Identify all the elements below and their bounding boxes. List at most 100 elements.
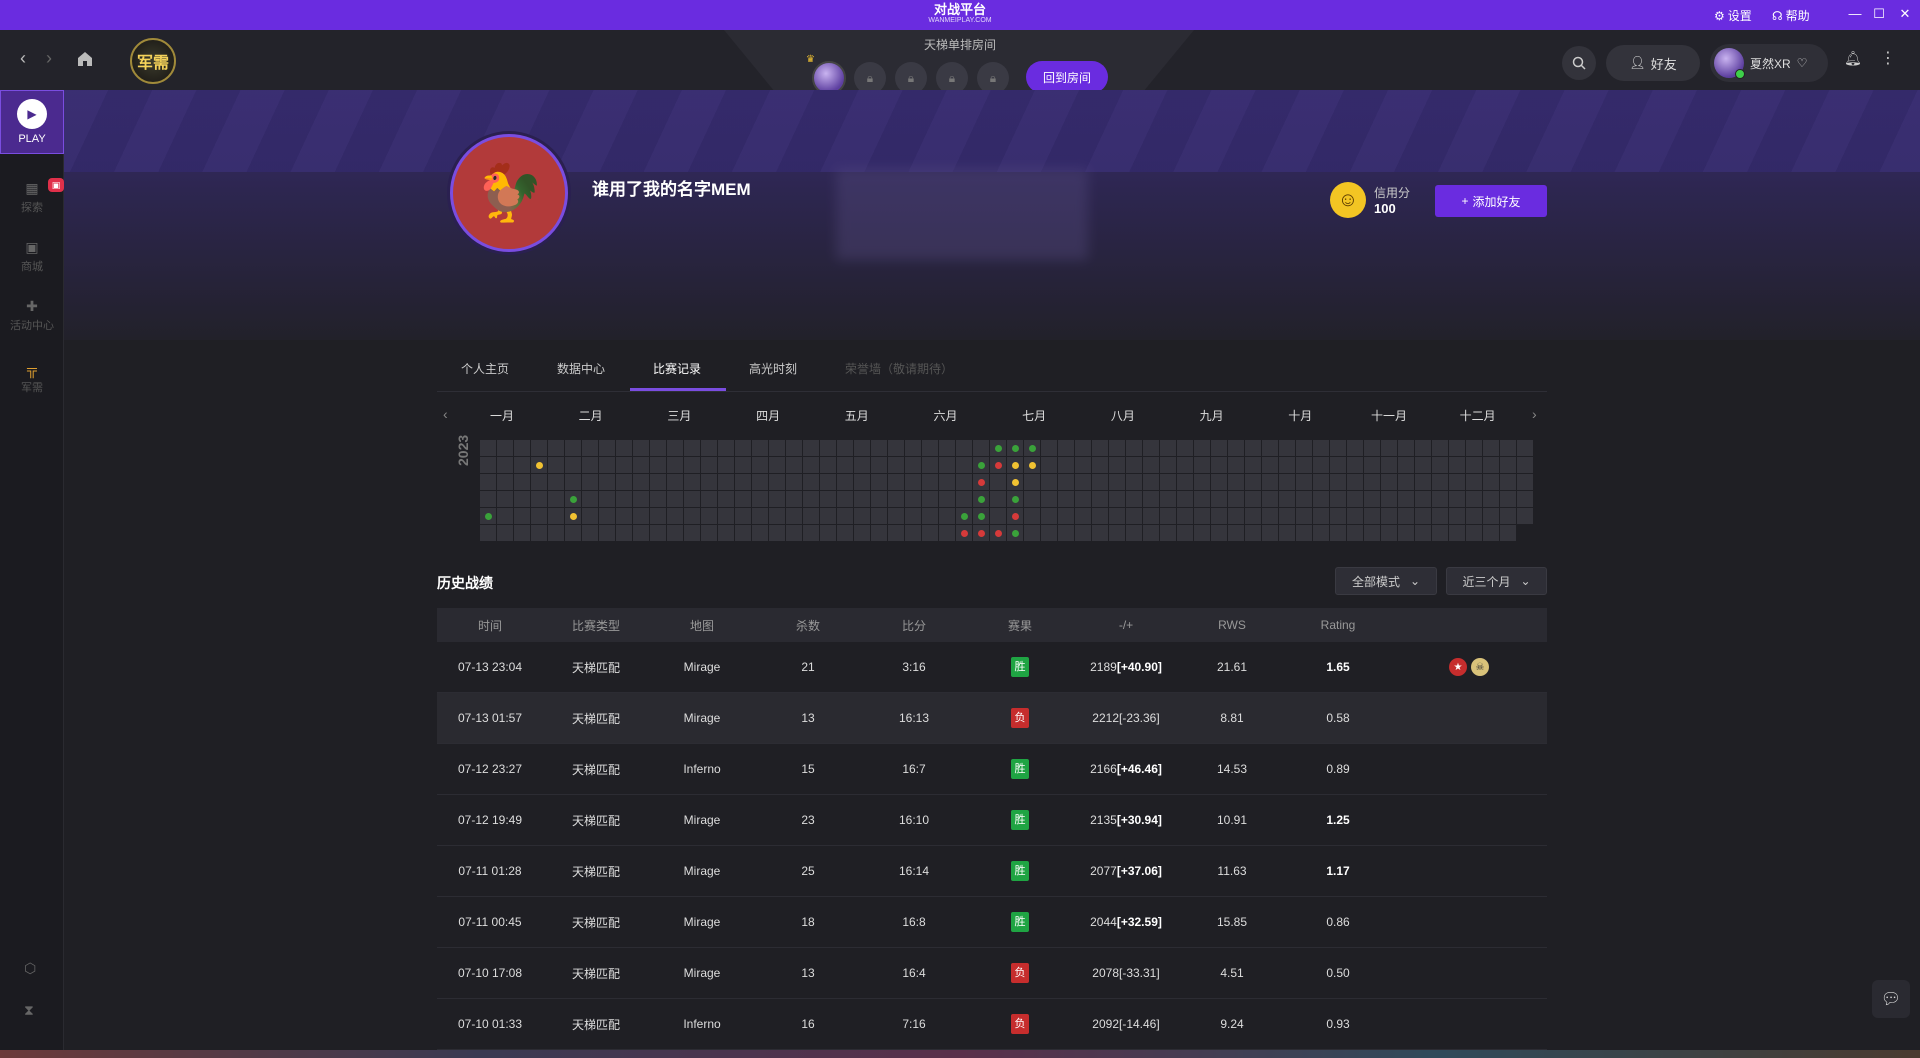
calendar-day-cell[interactable] — [871, 508, 887, 524]
calendar-day-cell[interactable] — [1092, 491, 1108, 507]
calendar-day-cell[interactable] — [480, 440, 496, 456]
calendar-day-cell[interactable] — [820, 474, 836, 490]
calendar-day-cell[interactable] — [616, 474, 632, 490]
calendar-day-cell[interactable] — [905, 525, 921, 541]
calendar-day-cell[interactable] — [922, 491, 938, 507]
calendar-day-cell[interactable] — [1024, 525, 1040, 541]
calendar-day-cell[interactable] — [1058, 508, 1074, 524]
calendar-day-cell[interactable] — [1194, 508, 1210, 524]
calendar-day-cell[interactable] — [1330, 474, 1346, 490]
calendar-day-cell[interactable] — [1347, 491, 1363, 507]
calendar-day-cell[interactable] — [616, 508, 632, 524]
calendar-day-cell[interactable] — [684, 457, 700, 473]
help-button[interactable]: ☊ 帮助 — [1772, 7, 1810, 24]
calendar-day-cell[interactable] — [922, 457, 938, 473]
calendar-day-cell[interactable] — [514, 491, 530, 507]
junxu-badge[interactable]: 军需 — [130, 38, 176, 84]
calendar-day-cell[interactable] — [1449, 508, 1465, 524]
calendar-day-cell[interactable] — [1415, 474, 1431, 490]
calendar-day-cell[interactable] — [1211, 474, 1227, 490]
calendar-match-dot[interactable] — [994, 444, 1002, 452]
calendar-day-cell[interactable] — [701, 474, 717, 490]
calendar-day-cell[interactable] — [480, 525, 496, 541]
calendar-day-cell[interactable] — [718, 525, 734, 541]
calendar-day-cell[interactable] — [633, 508, 649, 524]
calendar-day-cell[interactable] — [939, 491, 955, 507]
forward-button[interactable]: › — [46, 48, 52, 69]
calendar-day-cell[interactable] — [1279, 491, 1295, 507]
calendar-match-dot[interactable] — [960, 529, 968, 537]
calendar-day-cell[interactable] — [1109, 457, 1125, 473]
calendar-day-cell[interactable] — [837, 491, 853, 507]
calendar-day-cell[interactable] — [667, 474, 683, 490]
calendar-day-cell[interactable] — [922, 525, 938, 541]
calendar-day-cell[interactable] — [633, 491, 649, 507]
calendar-day-cell[interactable] — [905, 457, 921, 473]
calendar-day-cell[interactable] — [1381, 508, 1397, 524]
calendar-day-cell[interactable] — [1449, 491, 1465, 507]
calendar-day-cell[interactable] — [1415, 508, 1431, 524]
calendar-day-cell[interactable] — [1381, 525, 1397, 541]
calendar-day-cell[interactable] — [769, 508, 785, 524]
calendar-day-cell[interactable] — [1517, 474, 1533, 490]
calendar-day-cell[interactable] — [1126, 508, 1142, 524]
tab-profile[interactable]: 个人主页 — [461, 360, 509, 377]
calendar-day-cell[interactable] — [939, 474, 955, 490]
calendar-day-cell[interactable] — [786, 457, 802, 473]
calendar-day-cell[interactable] — [1160, 508, 1176, 524]
calendar-day-cell[interactable] — [718, 474, 734, 490]
calendar-day-cell[interactable] — [820, 457, 836, 473]
calendar-match-dot[interactable] — [977, 512, 985, 520]
calendar-day-cell[interactable] — [1500, 440, 1516, 456]
calendar-day-cell[interactable] — [1398, 525, 1414, 541]
calendar-day-cell[interactable] — [667, 440, 683, 456]
calendar-day-cell[interactable] — [888, 440, 904, 456]
calendar-day-cell[interactable] — [1177, 525, 1193, 541]
calendar-day-cell[interactable] — [1143, 525, 1159, 541]
calendar-day-cell[interactable] — [1347, 440, 1363, 456]
calendar-day-cell[interactable] — [1058, 525, 1074, 541]
calendar-day-cell[interactable] — [616, 457, 632, 473]
calendar-day-cell[interactable] — [650, 508, 666, 524]
calendar-day-cell[interactable] — [1398, 474, 1414, 490]
calendar-day-cell[interactable] — [1347, 474, 1363, 490]
calendar-day-cell[interactable] — [1211, 508, 1227, 524]
calendar-day-cell[interactable] — [616, 491, 632, 507]
calendar-day-cell[interactable] — [1126, 491, 1142, 507]
calendar-day-cell[interactable] — [1211, 457, 1227, 473]
calendar-day-cell[interactable] — [1381, 491, 1397, 507]
calendar-day-cell[interactable] — [1092, 525, 1108, 541]
calendar-day-cell[interactable] — [1177, 491, 1193, 507]
calendar-day-cell[interactable] — [1126, 440, 1142, 456]
calendar-day-cell[interactable] — [803, 457, 819, 473]
chat-button[interactable]: 💬︎ — [1872, 980, 1910, 1018]
calendar-day-cell[interactable] — [803, 440, 819, 456]
calendar-day-cell[interactable] — [769, 440, 785, 456]
calendar-day-cell[interactable] — [684, 474, 700, 490]
calendar-day-cell[interactable] — [1177, 457, 1193, 473]
calendar-day-cell[interactable] — [633, 457, 649, 473]
calendar-day-cell[interactable] — [1126, 457, 1142, 473]
calendar-day-cell[interactable] — [735, 508, 751, 524]
calendar-day-cell[interactable] — [1092, 440, 1108, 456]
calendar-day-cell[interactable] — [1279, 508, 1295, 524]
calendar-day-cell[interactable] — [599, 525, 615, 541]
tab-data-center[interactable]: 数据中心 — [557, 360, 605, 377]
calendar-day-cell[interactable] — [548, 440, 564, 456]
calendar-day-cell[interactable] — [905, 508, 921, 524]
calendar-day-cell[interactable] — [1245, 491, 1261, 507]
calendar-day-cell[interactable] — [633, 440, 649, 456]
calendar-day-cell[interactable] — [1466, 491, 1482, 507]
calendar-day-cell[interactable] — [939, 525, 955, 541]
calendar-day-cell[interactable] — [837, 457, 853, 473]
calendar-day-cell[interactable] — [735, 457, 751, 473]
calendar-day-cell[interactable] — [905, 491, 921, 507]
calendar-day-cell[interactable] — [480, 474, 496, 490]
calendar-day-cell[interactable] — [497, 508, 513, 524]
calendar-day-cell[interactable] — [1517, 457, 1533, 473]
calendar-day-cell[interactable] — [1381, 457, 1397, 473]
calendar-day-cell[interactable] — [497, 440, 513, 456]
calendar-day-cell[interactable] — [1483, 525, 1499, 541]
calendar-day-cell[interactable] — [1483, 508, 1499, 524]
calendar-day-cell[interactable] — [616, 525, 632, 541]
